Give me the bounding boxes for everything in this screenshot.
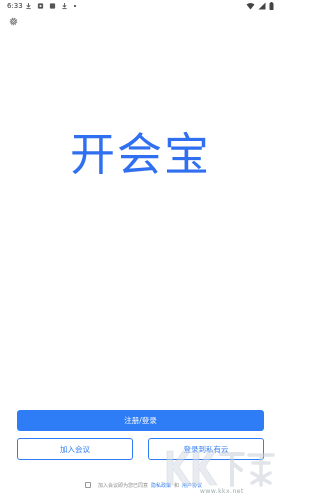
system-status-icons bbox=[246, 2, 274, 10]
gear-icon[interactable] bbox=[8, 16, 19, 27]
download-icon bbox=[26, 2, 31, 10]
download-icon bbox=[62, 2, 67, 10]
status-bar: 6:33 bbox=[0, 0, 281, 14]
notification-icons bbox=[25, 2, 77, 10]
app-icon bbox=[49, 3, 56, 9]
agreement-prefix: 加入会议即为您已同意 bbox=[98, 482, 149, 489]
dot-icon bbox=[73, 4, 77, 8]
join-meeting-button[interactable]: 加入会议 bbox=[17, 438, 133, 460]
app-logo: 开会宝 bbox=[69, 128, 211, 181]
status-time: 6:33 bbox=[7, 2, 23, 10]
register-login-button[interactable]: 注册/登录 bbox=[17, 410, 264, 431]
wifi-icon bbox=[246, 3, 255, 10]
watermark-domain: www.kkx.net bbox=[200, 488, 244, 495]
battery-icon bbox=[269, 2, 274, 10]
agreement-checkbox[interactable] bbox=[85, 482, 91, 488]
app-screen: 6:33 开会宝 注册/登录 加入会议 登录到私有云 加入会议即为您已同意 隐私… bbox=[0, 0, 281, 500]
signal-icon bbox=[258, 2, 266, 10]
watermark-logo bbox=[166, 450, 275, 487]
app-icon bbox=[37, 3, 44, 9]
